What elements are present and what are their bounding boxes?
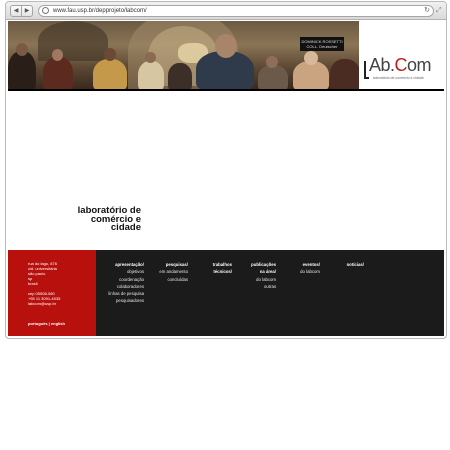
menu-trabalhos: trabalhos técnicos/: [198, 261, 232, 276]
menu-noticias: notícias/: [330, 261, 364, 268]
menu-item-tecnicos[interactable]: técnicos/: [198, 268, 232, 275]
globe-icon: [42, 7, 49, 14]
address-bar[interactable]: www.fau.usp.br/depprojeto/labcom/ ↻: [38, 5, 434, 17]
forward-arrow-icon: ▶: [24, 8, 30, 14]
menu-item-pesquisadores[interactable]: pesquisadores: [96, 297, 144, 304]
menu-eventos: eventos/ do labcom: [283, 261, 320, 276]
menu-heading-publicacoes[interactable]: publicações: [236, 261, 276, 268]
menu-publicacoes: publicações na área/ do labcom outras: [236, 261, 276, 290]
logo-wordmark: Ab.Com: [369, 55, 432, 75]
page-title: laboratório de comércio e cidade: [77, 205, 141, 233]
menu-heading-pesquisas[interactable]: pesquisas/: [148, 261, 188, 268]
reload-icon[interactable]: ↻: [424, 6, 430, 16]
labcom-logo[interactable]: Ab.Com laboratório de comércio e cidade: [359, 21, 444, 89]
menu-pesquisas: pesquisas/ em andamento concluídas: [148, 261, 188, 283]
fullscreen-icon[interactable]: ⤢: [436, 6, 442, 15]
back-arrow-icon: ◀: [13, 8, 19, 14]
menu-item-eventos-do-labcom[interactable]: do labcom: [283, 268, 320, 275]
banner-divider: [8, 89, 444, 91]
menu-item-colaboradores[interactable]: colaboradores: [96, 283, 144, 290]
menu-item-do-labcom[interactable]: do labcom: [236, 276, 276, 283]
footer: rua do lago, 876 cid. universitária são …: [8, 250, 444, 336]
menu-item-linhas-de-pesquisa[interactable]: linhas de pesquisa: [96, 290, 144, 297]
menu-item-em-andamento[interactable]: em andamento: [148, 268, 188, 275]
forward-button[interactable]: ▶: [21, 5, 33, 17]
menu-heading-noticias[interactable]: notícias/: [330, 261, 364, 268]
contact-panel: rua do lago, 876 cid. universitária são …: [8, 250, 96, 336]
menu-item-concluidas[interactable]: concluídas: [148, 276, 188, 283]
logo-subtitle: laboratório de comércio e cidade: [373, 76, 424, 80]
banner-photo: DOMINICK ROSSETTI COLL. Deutscher: [8, 21, 359, 89]
menu-item-objetivos[interactable]: objetivos: [96, 268, 144, 275]
menu-heading-apresentacao[interactable]: apresentação/: [96, 261, 144, 268]
menu-heading-eventos[interactable]: eventos/: [283, 261, 320, 268]
address-bar-url: www.fau.usp.br/depprojeto/labcom/: [53, 8, 147, 14]
shop-sign: DOMINICK ROSSETTI COLL. Deutscher: [300, 37, 344, 51]
email-link[interactable]: labcom@usp.br: [28, 301, 60, 306]
address-block: rua do lago, 876 cid. universitária são …: [28, 261, 57, 286]
menu-apresentacao: apresentação/ objetivos coordenação cola…: [96, 261, 144, 305]
menu-heading-trabalhos[interactable]: trabalhos: [198, 261, 232, 268]
menu-item-outras[interactable]: outras: [236, 283, 276, 290]
menu-item-na-area[interactable]: na área/: [236, 268, 276, 275]
contact-block: cep 05508-080 +55 11 3091-4535 labcom@us…: [28, 291, 61, 306]
language-switcher[interactable]: português | english: [28, 321, 65, 326]
menu-item-coordenacao[interactable]: coordenação: [96, 276, 144, 283]
browser-window: ◀ ▶ www.fau.usp.br/depprojeto/labcom/ ↻ …: [5, 1, 447, 339]
header-banner: DOMINICK ROSSETTI COLL. Deutscher Ab.Com…: [8, 21, 444, 89]
browser-toolbar: ◀ ▶ www.fau.usp.br/depprojeto/labcom/ ↻ …: [6, 2, 446, 20]
